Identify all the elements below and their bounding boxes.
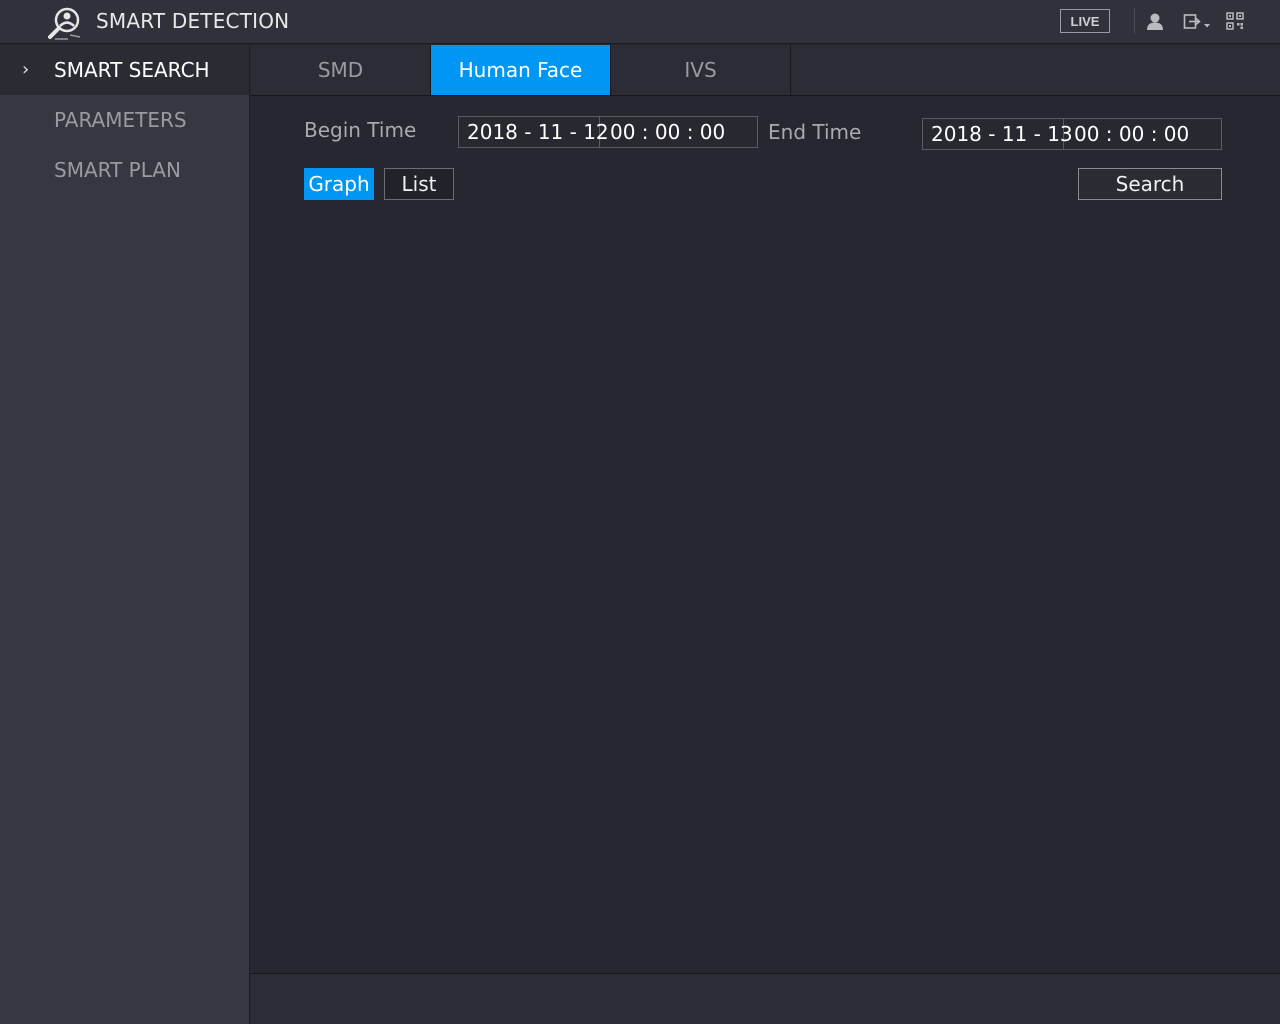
title-bar: SMART DETECTION LIVE (0, 0, 1280, 44)
begin-time-field: 2018 - 11 - 12 00 : 00 : 00 (458, 116, 758, 148)
search-button[interactable]: Search (1078, 168, 1222, 200)
tab-bar: SMD Human Face IVS (251, 45, 1280, 96)
user-icon[interactable] (1146, 12, 1164, 32)
begin-date-input[interactable]: 2018 - 11 - 12 (459, 117, 609, 147)
smart-detection-logo-icon (48, 7, 81, 40)
end-time-field: 2018 - 11 - 13 00 : 00 : 00 (922, 118, 1222, 150)
sidebar-item-smart-plan[interactable]: SMART PLAN (0, 145, 249, 195)
begin-time-label: Begin Time (304, 118, 417, 142)
chevron-down-icon (1204, 24, 1210, 28)
tab-human-face[interactable]: Human Face (431, 45, 611, 95)
sidebar-item-label: SMART SEARCH (54, 58, 210, 82)
tab-ivs[interactable]: IVS (611, 45, 791, 95)
live-button[interactable]: LIVE (1060, 9, 1110, 33)
begin-time-input[interactable]: 00 : 00 : 00 (600, 117, 757, 147)
list-view-button[interactable]: List (384, 168, 454, 200)
end-time-label: End Time (768, 120, 862, 144)
graph-view-button[interactable]: Graph (304, 168, 374, 200)
end-date-input[interactable]: 2018 - 11 - 13 (923, 119, 1073, 149)
chevron-right-icon: › (22, 59, 30, 80)
sidebar-item-label: PARAMETERS (54, 108, 187, 132)
sidebar: › SMART SEARCH PARAMETERS SMART PLAN (0, 45, 250, 1024)
tab-smd[interactable]: SMD (251, 45, 431, 95)
sidebar-item-label: SMART PLAN (54, 158, 181, 182)
end-time-input[interactable]: 00 : 00 : 00 (1064, 119, 1221, 149)
logout-icon[interactable] (1183, 12, 1215, 32)
qr-code-icon[interactable] (1226, 12, 1244, 30)
divider (1134, 8, 1135, 34)
app-title: SMART DETECTION (96, 9, 290, 33)
sidebar-item-smart-search[interactable]: › SMART SEARCH (0, 45, 249, 95)
bottom-bar (251, 973, 1280, 1024)
sidebar-item-parameters[interactable]: PARAMETERS (0, 95, 249, 145)
